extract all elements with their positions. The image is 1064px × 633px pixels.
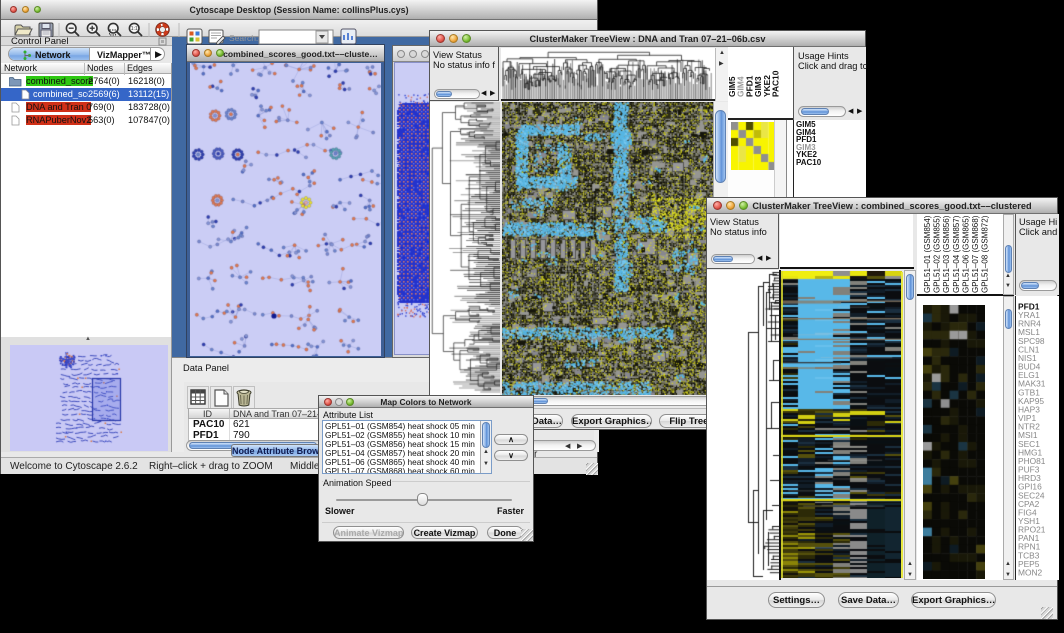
svg-text:GPL51–07 (GSM868): GPL51–07 (GSM868) bbox=[971, 215, 980, 293]
svg-text:MON2: MON2 bbox=[1018, 567, 1043, 577]
svg-text:GPL51–04 (GSM857): GPL51–04 (GSM857) bbox=[952, 215, 961, 293]
svg-text:Search:: Search: bbox=[229, 33, 258, 43]
svg-text:GPL51–02 (GSM855): GPL51–02 (GSM855) bbox=[933, 215, 942, 293]
svg-text:GPL51–01 (GSM854): GPL51–01 (GSM854) bbox=[923, 215, 932, 293]
svg-text:1:1: 1:1 bbox=[131, 26, 138, 32]
svg-text:GPL51–06 (GSM865): GPL51–06 (GSM865) bbox=[961, 215, 970, 293]
svg-text:GPL51–03 (GSM856): GPL51–03 (GSM856) bbox=[942, 215, 951, 293]
svg-text:PAC10: PAC10 bbox=[771, 70, 781, 97]
svg-text:GPL51–08 (GSM872): GPL51–08 (GSM872) bbox=[981, 215, 990, 293]
